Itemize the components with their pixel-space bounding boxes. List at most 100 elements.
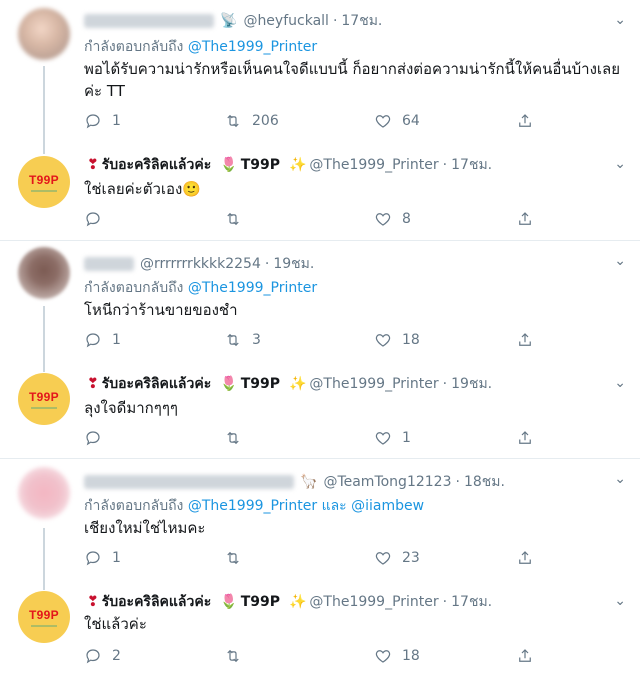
share-button[interactable]	[516, 549, 534, 567]
dot-separator: ·	[442, 376, 448, 392]
avatar[interactable]: T99P	[18, 591, 70, 643]
mention-link[interactable]: @The1999_Printer	[188, 498, 317, 514]
reply-button[interactable]	[84, 429, 132, 447]
mention-link[interactable]: @The1999_Printer	[188, 39, 317, 55]
tweet-text: โหนีกว่าร้านขายของชำ	[84, 301, 238, 319]
reply-button[interactable]: 1	[84, 331, 132, 349]
mention-link[interactable]: @The1999_Printer	[188, 280, 317, 296]
timestamp[interactable]: 19ชม.	[451, 373, 492, 395]
avatar[interactable]: T99P	[18, 373, 70, 425]
tweet[interactable]: T99P ❣ รับอะคริลิคแล้วค่ะ 🌷 T99P ✨ @The1…	[0, 150, 640, 238]
reply-icon	[86, 431, 100, 446]
like-button[interactable]: 8	[374, 210, 422, 228]
like-button[interactable]: 23	[374, 549, 422, 567]
reply-button[interactable]	[84, 210, 132, 228]
like-button[interactable]: 64	[374, 112, 422, 130]
retweet-icon	[227, 212, 239, 226]
logo-underline	[31, 624, 57, 627]
timestamp[interactable]: 17ชม.	[341, 10, 382, 32]
display-name-suffix[interactable]: T99P	[241, 376, 280, 392]
chevron-down-icon[interactable]: ⌄	[614, 593, 626, 609]
share-icon	[519, 114, 531, 127]
retweet-button[interactable]: 3	[224, 331, 272, 349]
heart-exclamation-icon: ❣	[87, 594, 99, 610]
satellite-emoji-icon: 📡	[220, 13, 238, 29]
tweet[interactable]: 🦙 @TeamTong12123 · 18ชม. ⌄ กำลังตอบกลับถ…	[0, 459, 640, 579]
avatar[interactable]	[18, 467, 70, 519]
reply-button[interactable]: 1	[84, 112, 132, 130]
retweet-button[interactable]	[224, 429, 272, 447]
dot-separator: ·	[442, 594, 448, 610]
tweet[interactable]: @rrrrrrrkkkk2254 · 19ชม. ⌄ กำลังตอบกลับถ…	[0, 241, 640, 359]
display-name[interactable]: รับอะคริลิคแล้วค่ะ	[102, 373, 212, 395]
username[interactable]: @rrrrrrrkkkk2254	[140, 256, 261, 272]
reply-button[interactable]: 2	[84, 647, 132, 665]
share-icon	[519, 333, 531, 346]
tweet-actions: 1	[84, 427, 544, 449]
display-name[interactable]: รับอะคริลิคแล้วค่ะ	[102, 591, 212, 613]
chevron-down-icon[interactable]: ⌄	[614, 12, 626, 28]
tweet-actions: 1 3 18	[84, 329, 544, 351]
like-button[interactable]: 1	[374, 429, 422, 447]
llama-emoji-icon: 🦙	[300, 474, 318, 490]
tulip-icon: 🌷	[220, 376, 238, 392]
display-name-suffix[interactable]: T99P	[241, 157, 280, 173]
retweet-button[interactable]	[224, 647, 272, 665]
share-button[interactable]	[516, 210, 534, 228]
share-button[interactable]	[516, 331, 534, 349]
like-count: 18	[402, 648, 420, 664]
share-button[interactable]	[516, 647, 534, 665]
tweet[interactable]: 📡 @heyfuckall · 17ชม. ⌄ กำลังตอบกลับถึง …	[0, 0, 640, 150]
share-button[interactable]	[516, 429, 534, 447]
like-button[interactable]: 18	[374, 647, 422, 665]
chevron-down-icon[interactable]: ⌄	[614, 156, 626, 172]
timestamp[interactable]: 19ชม.	[273, 253, 314, 275]
tweet-text-line: ค่ะ TT	[84, 82, 125, 100]
t99p-logo: T99P	[29, 389, 59, 404]
tulip-icon: 🌷	[220, 594, 238, 610]
retweet-button[interactable]: 206	[224, 112, 279, 130]
retweet-button[interactable]	[224, 549, 272, 567]
logo-underline	[31, 189, 57, 192]
like-button[interactable]: 18	[374, 331, 422, 349]
heart-icon	[375, 334, 391, 347]
username[interactable]: @The1999_Printer	[309, 376, 438, 392]
tweet-text: เชียงใหม่ใช่ไหมคะ	[84, 519, 206, 537]
replying-to: กำลังตอบกลับถึง @The1999_Printer และ @ii…	[84, 495, 424, 517]
reply-icon	[86, 212, 100, 227]
share-icon	[519, 649, 531, 662]
chevron-down-icon[interactable]: ⌄	[614, 471, 626, 487]
display-name-suffix[interactable]: T99P	[241, 594, 280, 610]
tweet[interactable]: T99P ❣ รับอะคริลิคแล้วค่ะ 🌷 T99P ✨ @The1…	[0, 587, 640, 687]
avatar[interactable]	[18, 8, 70, 60]
mention-link[interactable]: @iiambew	[351, 498, 424, 514]
avatar[interactable]: T99P	[18, 156, 70, 208]
chevron-down-icon[interactable]: ⌄	[614, 253, 626, 269]
logo-underline	[31, 406, 57, 409]
chevron-down-icon[interactable]: ⌄	[614, 375, 626, 391]
reply-icon	[86, 114, 100, 129]
username[interactable]: @The1999_Printer	[309, 594, 438, 610]
username[interactable]: @TeamTong12123	[323, 474, 451, 490]
retweet-icon	[227, 333, 239, 347]
heart-exclamation-icon: ❣	[87, 157, 99, 173]
replying-label: กำลังตอบกลับถึง	[84, 39, 184, 55]
like-count: 18	[402, 332, 420, 348]
retweet-button[interactable]	[224, 210, 272, 228]
username[interactable]: @heyfuckall	[243, 13, 329, 29]
reply-button[interactable]: 1	[84, 549, 132, 567]
reply-icon	[86, 551, 100, 566]
reply-count: 1	[112, 332, 121, 348]
username[interactable]: @The1999_Printer	[309, 157, 438, 173]
avatar[interactable]	[18, 247, 70, 299]
timestamp[interactable]: 18ชม.	[464, 471, 505, 493]
share-button[interactable]	[516, 112, 534, 130]
heart-icon	[375, 115, 391, 128]
timestamp[interactable]: 17ชม.	[451, 591, 492, 613]
timestamp[interactable]: 17ชม.	[451, 154, 492, 176]
display-name[interactable]: รับอะคริลิคแล้วค่ะ	[102, 154, 212, 176]
tweet[interactable]: T99P ❣ รับอะคริลิคแล้วค่ะ 🌷 T99P ✨ @The1…	[0, 369, 640, 455]
retweet-icon	[227, 551, 239, 565]
tweet-header: @rrrrrrrkkkk2254 · 19ชม.	[84, 253, 314, 275]
dot-separator: ·	[332, 13, 338, 29]
